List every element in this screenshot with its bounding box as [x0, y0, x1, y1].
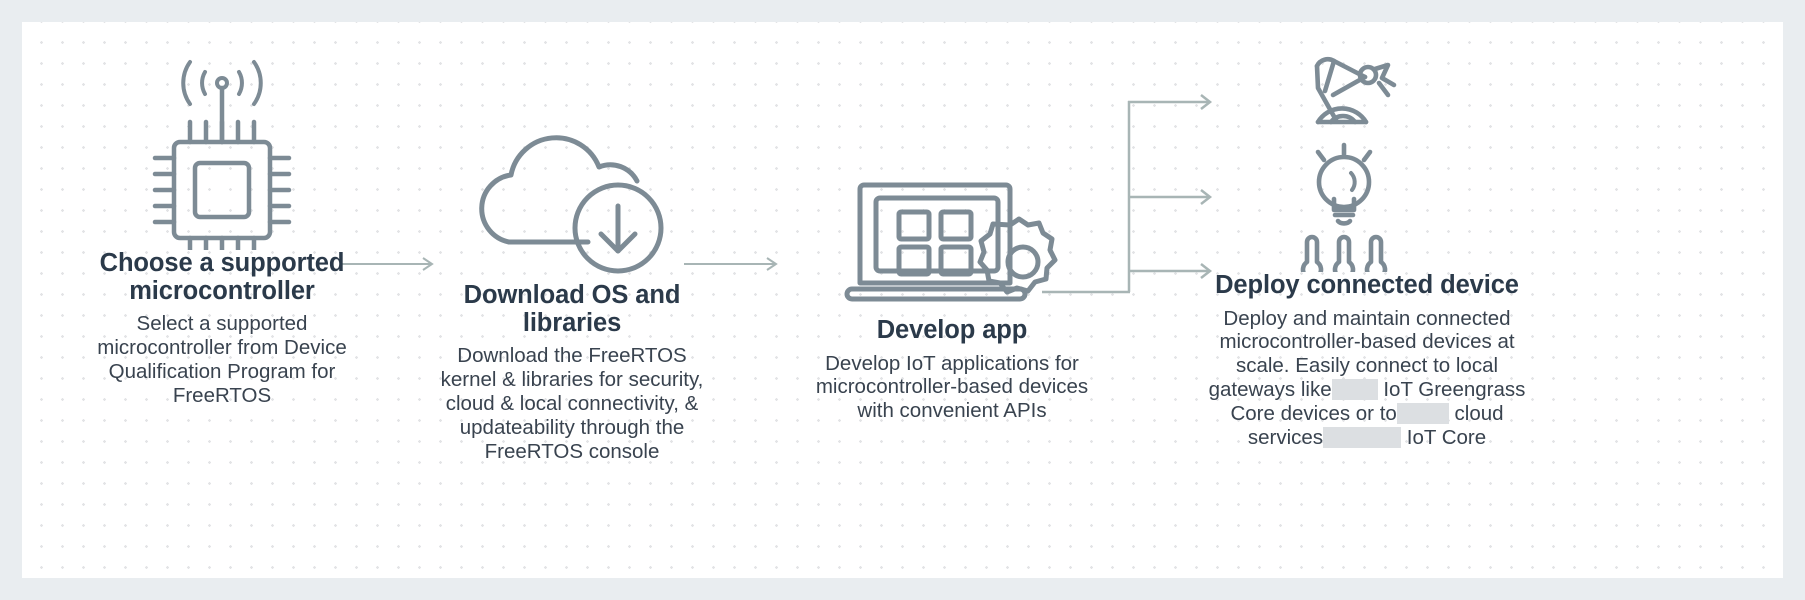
step-description: Select a supported microcontroller from … — [97, 312, 347, 407]
description-part-4: IoT Core — [1406, 425, 1487, 449]
microcontroller-chip-icon — [62, 50, 382, 250]
step-description: Download the FreeRTOS kernel & libraries… — [440, 344, 704, 463]
step-develop-app: Develop app Develop IoT applications for… — [782, 22, 1122, 578]
redaction-box-3 — [1323, 426, 1402, 448]
redaction-box-2 — [1396, 403, 1449, 425]
diagram-frame: Choose a supported microcontroller Selec… — [0, 0, 1805, 600]
connected-devices-icon — [1167, 42, 1567, 272]
step-description: Deploy and maintain connected microcontr… — [1195, 307, 1540, 450]
steps-container: Choose a supported microcontroller Selec… — [22, 22, 1783, 578]
step-description: Develop IoT applications for microcontro… — [815, 351, 1089, 423]
cloud-download-icon — [412, 82, 732, 282]
step-title: Choose a supported microcontroller — [99, 249, 345, 305]
redaction-box-1 — [1331, 379, 1378, 401]
robot-arm-icon — [1314, 56, 1397, 125]
step-choose-microcontroller: Choose a supported microcontroller Selec… — [62, 22, 382, 578]
step-title: Download OS and libraries — [463, 281, 681, 337]
diagram-canvas: Choose a supported microcontroller Selec… — [22, 22, 1783, 578]
step-download-os: Download OS and libraries Download the F… — [412, 22, 732, 578]
step-title: Develop app — [876, 316, 1028, 344]
step-deploy-connected-device: Deploy connected device Deploy and maint… — [1167, 22, 1567, 578]
step-title: Deploy connected device — [1215, 271, 1519, 299]
laptop-gear-icon — [782, 117, 1122, 317]
thermometers-icon — [1300, 234, 1388, 272]
light-bulb-icon — [1315, 142, 1373, 226]
